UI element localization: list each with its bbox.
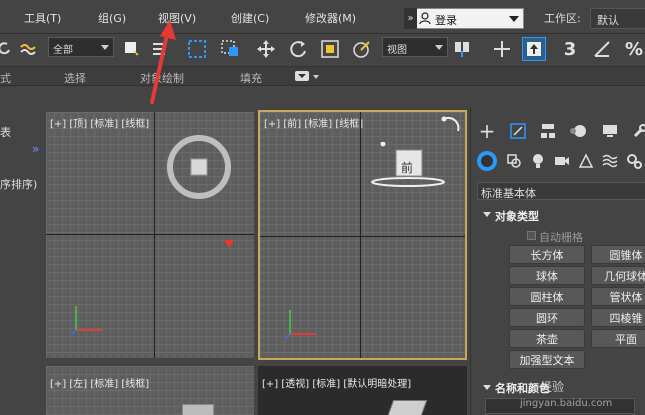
systems-category-icon[interactable] — [623, 150, 645, 172]
axis-tripod-icon — [285, 310, 316, 339]
cylinder-button[interactable]: 圆柱体 — [509, 287, 585, 306]
utilities-tab-icon[interactable] — [629, 120, 645, 142]
viewport-label-front[interactable]: [+] [前] [标准] [线框] — [264, 115, 363, 130]
selection-filter-value: 全部 — [53, 45, 73, 56]
plane-button[interactable]: 平面 — [591, 329, 645, 348]
object-type-rollout-title[interactable]: 对象类型 — [495, 208, 539, 224]
ribbon-toggle-icon[interactable] — [295, 71, 309, 81]
viewport-label-left[interactable]: [+] [左] [标准] [线框] — [50, 375, 149, 390]
menu-modifiers[interactable]: 修改器(M) — [305, 10, 356, 26]
pyramid-button[interactable]: 四棱锥 — [591, 308, 645, 327]
login-label: 登录 — [435, 14, 457, 27]
rollout-collapse-icon[interactable] — [483, 385, 491, 390]
torus-button[interactable]: 圆环 — [509, 308, 585, 327]
main-toolbar: 全部 视图 3 % — [0, 34, 645, 66]
motion-tab-icon[interactable] — [567, 120, 589, 142]
helpers-category-icon[interactable] — [575, 150, 597, 172]
viewport-label-top[interactable]: [+] [顶] [标准] [线框] — [50, 115, 149, 130]
cameras-category-icon[interactable] — [551, 150, 573, 172]
shapes-category-icon[interactable] — [503, 150, 525, 172]
lights-category-icon[interactable] — [527, 150, 549, 172]
menu-group[interactable]: 组(G) — [98, 10, 126, 26]
sort-label: 序排序) — [0, 178, 38, 191]
user-icon — [419, 12, 431, 25]
ribbon-tab-style[interactable]: 式 — [0, 70, 11, 86]
create-tab-icon[interactable]: + — [476, 119, 498, 143]
expand-chevron-icon[interactable]: » — [32, 142, 39, 156]
angle-snap-icon[interactable] — [590, 37, 614, 61]
display-tab-icon[interactable] — [599, 120, 621, 142]
orbit-icon[interactable] — [440, 115, 462, 137]
viewcube-perspective-icon[interactable] — [386, 400, 428, 415]
geometry-category-icon[interactable] — [477, 151, 497, 171]
red-marker-icon — [224, 240, 234, 248]
workspace-dropdown[interactable]: 默认 — [590, 8, 645, 29]
menu-bar: 工具(T) 组(G) 视图(V) 创建(C) 修改器(M) 登录 » 工作区: … — [0, 0, 645, 34]
viewport-front[interactable]: [+] [前] [标准] [线框] 前 — [258, 110, 467, 360]
ribbon-bar: 式 选择 对象绘制 填充 — [0, 66, 645, 86]
move-icon[interactable] — [254, 37, 278, 61]
ribbon-panel-area — [0, 86, 645, 108]
bind-space-warp-icon[interactable] — [16, 37, 40, 61]
ribbon-tab-selection[interactable]: 选择 — [64, 70, 86, 86]
subcategory-dropdown[interactable]: 标准基本体 — [477, 182, 645, 200]
grid-axis-y — [360, 112, 361, 358]
viewport-label-perspective[interactable]: [+] [透视] [标准] [默认明暗处理] — [262, 375, 411, 390]
percent-snap-icon[interactable]: % — [622, 37, 645, 61]
viewport-perspective[interactable]: [+] [透视] [标准] [默认明暗处理] — [258, 366, 467, 415]
selection-filter-dropdown[interactable]: 全部 — [48, 37, 114, 57]
chevron-down-icon — [509, 16, 519, 22]
rectangular-selection-icon[interactable] — [185, 37, 209, 61]
workspace-value: 默认 — [597, 14, 619, 27]
viewport-top[interactable]: [+] [顶] [标准] [线框] — [46, 112, 254, 358]
reference-coordinate-dropdown[interactable]: 视图 — [382, 37, 448, 57]
autogrid-checkbox[interactable] — [527, 231, 536, 240]
box-button[interactable]: 长方体 — [509, 245, 585, 264]
scale-icon[interactable] — [318, 37, 342, 61]
sphere-button[interactable]: 球体 — [509, 266, 585, 285]
login-dropdown[interactable]: 登录 — [404, 8, 524, 29]
grid-axis-x — [46, 234, 254, 235]
tube-button[interactable]: 管状体 — [591, 287, 645, 306]
space-warps-category-icon[interactable] — [599, 150, 621, 172]
pivot-center-icon[interactable] — [450, 37, 474, 61]
viewcube-ring-icon[interactable] — [164, 132, 234, 202]
autogrid-label: 自动栅格 — [539, 231, 583, 244]
rollout-collapse-icon[interactable] — [483, 212, 491, 217]
snaps-toggle-icon[interactable]: 3 — [558, 37, 582, 61]
menu-tools[interactable]: 工具(T) — [24, 10, 61, 26]
scene-explorer-panel: 表 » 序排序) — [0, 108, 46, 415]
rotate-icon[interactable] — [286, 37, 310, 61]
keyboard-shortcut-override-icon[interactable] — [522, 37, 546, 61]
menu-overflow-button[interactable]: » — [404, 8, 417, 29]
window-crossing-icon[interactable] — [218, 37, 242, 61]
viewport-left[interactable]: [+] [左] [标准] [线框] — [46, 366, 254, 415]
viewcube-left-icon[interactable] — [182, 404, 214, 415]
undo-icon[interactable] — [0, 37, 16, 61]
command-panel: + 标准基本体 对象类型 自动栅格 长方体 圆锥体 球体 几何球体 圆柱体 管状… — [470, 108, 645, 415]
select-manipulate-icon[interactable] — [490, 37, 514, 61]
subcategory-value: 标准基本体 — [481, 187, 536, 200]
annotation-arrow-icon — [150, 20, 176, 104]
placement-icon[interactable] — [350, 37, 374, 61]
ribbon-tab-populate[interactable]: 填充 — [240, 70, 262, 86]
geosphere-button[interactable]: 几何球体 — [591, 266, 645, 285]
grid-axis-x — [260, 236, 465, 237]
hierarchy-tab-icon[interactable] — [537, 120, 559, 142]
teapot-button[interactable]: 茶壶 — [509, 329, 585, 348]
scene-explorer-text: 表 — [0, 126, 11, 139]
axis-tripod-icon — [71, 306, 102, 335]
menu-create[interactable]: 创建(C) — [231, 10, 269, 26]
text-plus-button[interactable]: 加强型文本 — [509, 350, 585, 369]
chevron-down-icon[interactable] — [313, 75, 319, 79]
reference-coordinate-value: 视图 — [387, 45, 407, 56]
grid-axis-y — [154, 112, 155, 358]
watermark-url: jingyan.baidu.com — [520, 398, 613, 409]
cone-button[interactable]: 圆锥体 — [591, 245, 645, 264]
workspace-label: 工作区: — [544, 12, 581, 25]
watermark-text: 经验 — [540, 380, 565, 394]
viewcube-front-label: 前 — [401, 161, 414, 175]
modify-tab-icon[interactable] — [507, 120, 529, 142]
